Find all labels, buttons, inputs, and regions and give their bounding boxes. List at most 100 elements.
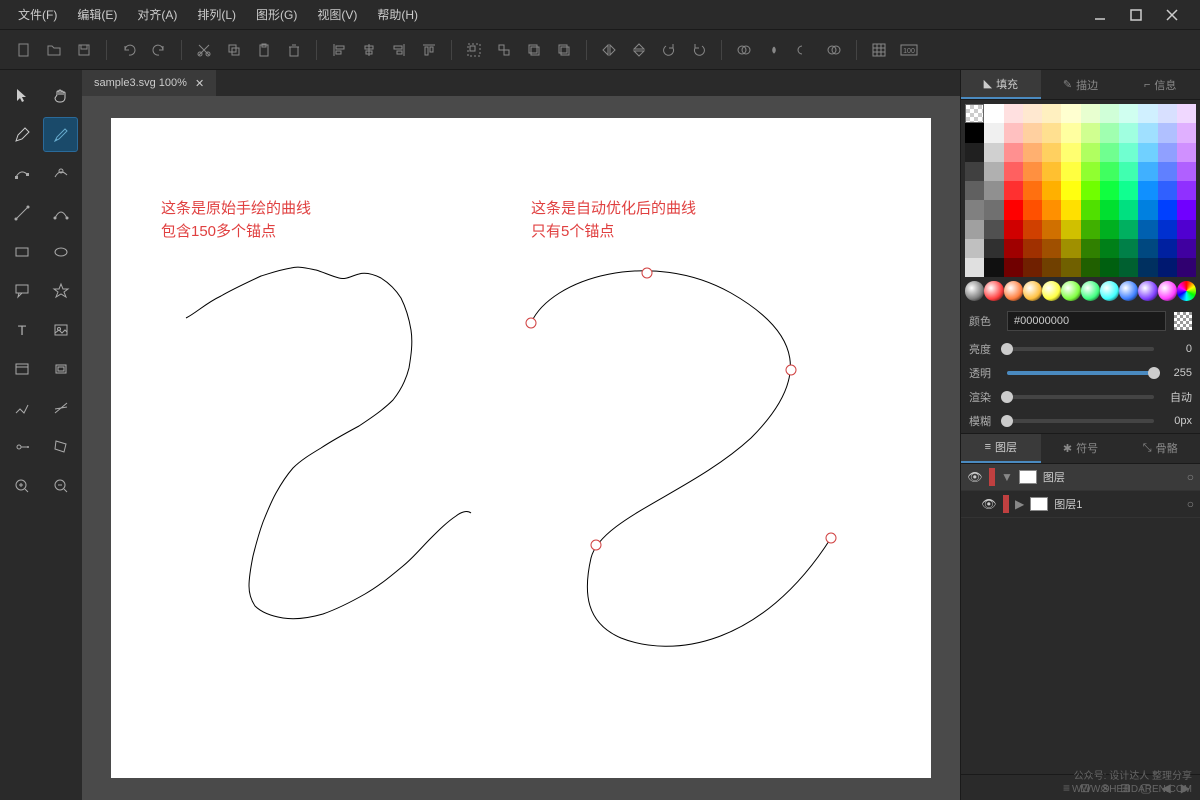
color-swatch[interactable]	[965, 162, 984, 181]
save-button[interactable]	[70, 36, 98, 64]
color-swatch[interactable]	[965, 181, 984, 200]
color-swatch[interactable]	[965, 200, 984, 219]
color-swatch[interactable]	[1177, 258, 1196, 277]
edit-node-tool[interactable]	[43, 156, 78, 191]
color-swatch[interactable]	[1138, 200, 1157, 219]
opacity-slider[interactable]	[1007, 371, 1154, 375]
subtract-button[interactable]	[790, 36, 818, 64]
color-swatch[interactable]	[1177, 200, 1196, 219]
color-swatch[interactable]	[1004, 220, 1023, 239]
color-swatch[interactable]	[1119, 162, 1138, 181]
pen-tool[interactable]	[4, 117, 39, 152]
color-swatch[interactable]	[1158, 220, 1177, 239]
color-swatch[interactable]	[1004, 162, 1023, 181]
color-swatch[interactable]	[1100, 200, 1119, 219]
color-swatch[interactable]	[1042, 143, 1061, 162]
color-swatch[interactable]	[1004, 143, 1023, 162]
gradient-swatch[interactable]	[965, 281, 984, 300]
color-swatch[interactable]	[1042, 239, 1061, 258]
zoom-in-tool[interactable]	[4, 468, 39, 503]
gradient-swatch[interactable]	[1177, 281, 1196, 300]
align-center-h-button[interactable]	[355, 36, 383, 64]
color-swatch[interactable]	[965, 258, 984, 277]
hand-tool[interactable]	[43, 78, 78, 113]
intersect-button[interactable]	[760, 36, 788, 64]
color-swatch[interactable]	[965, 123, 984, 142]
color-swatch[interactable]	[1100, 239, 1119, 258]
color-swatch[interactable]	[1042, 258, 1061, 277]
gradient-swatch[interactable]	[1158, 281, 1177, 300]
color-swatch[interactable]	[1061, 258, 1080, 277]
color-swatch[interactable]	[984, 181, 1003, 200]
color-swatch[interactable]	[1177, 181, 1196, 200]
color-swatch[interactable]	[1177, 162, 1196, 181]
color-swatch[interactable]	[965, 143, 984, 162]
ungroup-button[interactable]	[490, 36, 518, 64]
flip-h-button[interactable]	[595, 36, 623, 64]
color-swatch[interactable]	[1081, 143, 1100, 162]
crop-tool[interactable]	[43, 351, 78, 386]
grid-button[interactable]	[865, 36, 893, 64]
text-tool[interactable]: T	[4, 312, 39, 347]
tab-stroke[interactable]: ✎描边	[1041, 70, 1121, 99]
color-swatch[interactable]	[1177, 239, 1196, 258]
color-swatch[interactable]	[1023, 258, 1042, 277]
color-swatch[interactable]	[1158, 162, 1177, 181]
gradient-swatch[interactable]	[1119, 281, 1138, 300]
color-swatch[interactable]	[1081, 162, 1100, 181]
color-swatch[interactable]	[1158, 123, 1177, 142]
color-swatch[interactable]	[1061, 181, 1080, 200]
color-swatch[interactable]	[1023, 200, 1042, 219]
blur-slider[interactable]	[1007, 419, 1154, 423]
menu-view[interactable]: 视图(V)	[309, 2, 365, 27]
color-swatch[interactable]	[1081, 239, 1100, 258]
cut-button[interactable]	[190, 36, 218, 64]
tab-bones[interactable]: ⤡骨骼	[1120, 434, 1200, 463]
color-swatch[interactable]	[1061, 143, 1080, 162]
color-swatch[interactable]	[1100, 181, 1119, 200]
color-swatch[interactable]	[1023, 123, 1042, 142]
layer-options-icon[interactable]: ○	[1187, 497, 1194, 511]
rotate-right-button[interactable]	[685, 36, 713, 64]
menu-arrange[interactable]: 排列(L)	[189, 2, 244, 27]
visibility-icon[interactable]: 👁	[981, 496, 997, 512]
color-swatch[interactable]	[1081, 104, 1100, 123]
color-swatch[interactable]	[1177, 143, 1196, 162]
color-swatch[interactable]	[984, 162, 1003, 181]
collapse-icon[interactable]: ▼	[1001, 470, 1013, 484]
color-swatch[interactable]	[1004, 104, 1023, 123]
send-back-button[interactable]	[550, 36, 578, 64]
color-hex-input[interactable]	[1007, 311, 1166, 331]
color-swatch[interactable]	[984, 143, 1003, 162]
color-swatch[interactable]	[1138, 181, 1157, 200]
star-tool[interactable]	[43, 273, 78, 308]
color-swatch[interactable]	[1177, 123, 1196, 142]
mesh-tool[interactable]	[43, 390, 78, 425]
color-swatch[interactable]	[1158, 258, 1177, 277]
color-swatch[interactable]	[1004, 123, 1023, 142]
redo-button[interactable]	[145, 36, 173, 64]
color-swatch[interactable]	[1158, 143, 1177, 162]
color-swatch[interactable]	[1158, 239, 1177, 258]
layer-row-child[interactable]: 👁 ▶ 图层1 ○	[961, 491, 1200, 518]
gradient-swatch[interactable]	[1004, 281, 1023, 300]
color-swatch[interactable]	[1023, 143, 1042, 162]
color-swatch[interactable]	[965, 239, 984, 258]
gradient-tool[interactable]	[4, 390, 39, 425]
color-swatch[interactable]	[1158, 104, 1177, 123]
tab-close-icon[interactable]: ✕	[195, 77, 204, 90]
lasso-tool[interactable]	[43, 429, 78, 464]
color-swatch[interactable]	[1119, 181, 1138, 200]
color-swatch[interactable]	[1023, 181, 1042, 200]
color-swatch[interactable]	[1081, 123, 1100, 142]
color-swatch[interactable]	[1177, 104, 1196, 123]
layer-list-icon[interactable]: ≡	[1063, 781, 1070, 795]
gradient-swatch[interactable]	[1081, 281, 1100, 300]
artboard-tool[interactable]	[4, 351, 39, 386]
color-swatch[interactable]	[1081, 181, 1100, 200]
color-swatch[interactable]	[1119, 220, 1138, 239]
color-swatch[interactable]	[1138, 123, 1157, 142]
color-swatch[interactable]	[1004, 258, 1023, 277]
color-swatch[interactable]	[1138, 239, 1157, 258]
rect-tool[interactable]	[4, 234, 39, 269]
